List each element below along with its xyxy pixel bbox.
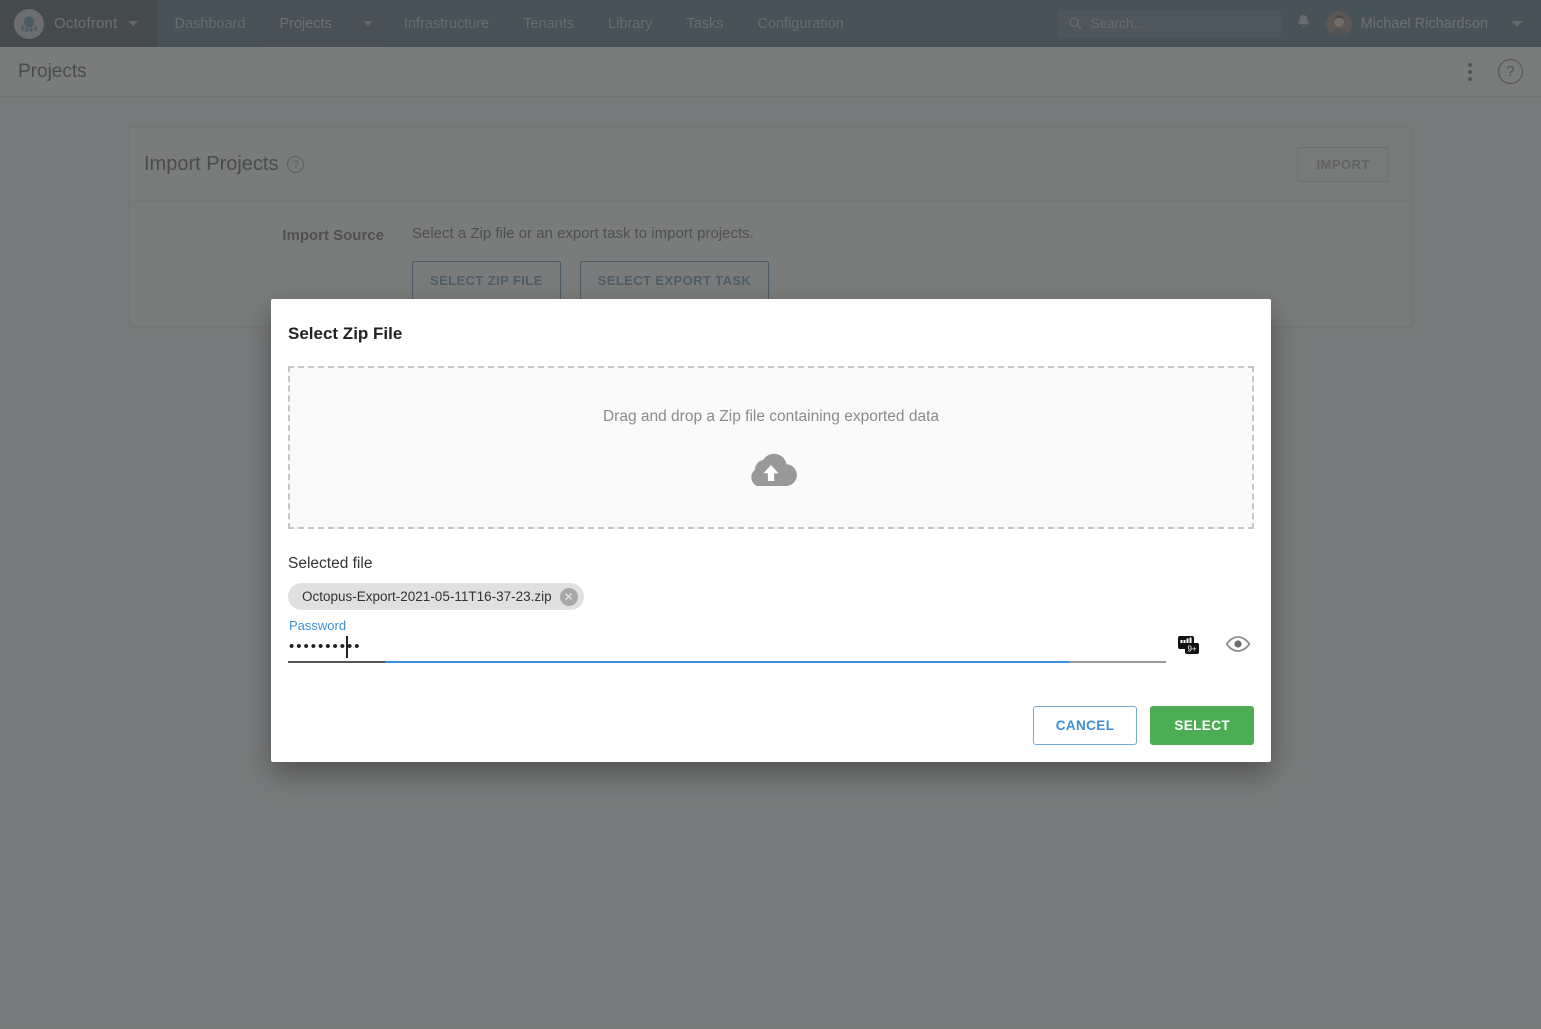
toggle-password-visibility-icon[interactable] <box>1225 636 1251 657</box>
underline-focus-segment <box>384 661 1070 663</box>
svg-text:9+: 9+ <box>1187 645 1196 654</box>
selected-file-label: Selected file <box>288 555 373 572</box>
password-underline <box>288 661 1166 663</box>
selected-file-name: Octopus-Export-2021-05-11T16-37-23.zip <box>302 589 552 604</box>
dialog-title: Select Zip File <box>288 324 403 343</box>
password-row: •••••••••• 9+ <box>288 633 1254 663</box>
dialog-actions: CANCEL SELECT <box>288 706 1254 745</box>
selected-file-chip: Octopus-Export-2021-05-11T16-37-23.zip ✕ <box>288 583 584 610</box>
file-dropzone[interactable]: Drag and drop a Zip file containing expo… <box>288 366 1254 529</box>
password-input-wrap: •••••••••• <box>288 633 1166 663</box>
text-cursor <box>346 636 348 658</box>
select-button[interactable]: SELECT <box>1150 706 1254 745</box>
password-manager-icon[interactable]: 9+ <box>1178 635 1200 655</box>
password-input[interactable]: •••••••••• <box>288 633 1166 661</box>
remove-file-icon[interactable]: ✕ <box>559 587 578 606</box>
underline-dark-segment <box>288 661 385 663</box>
password-label: Password <box>289 618 347 633</box>
cancel-button[interactable]: CANCEL <box>1032 706 1138 745</box>
dropzone-instructions: Drag and drop a Zip file containing expo… <box>602 407 940 425</box>
cloud-upload-icon <box>745 448 797 488</box>
select-zip-file-dialog: Select Zip File Drag and drop a Zip file… <box>271 299 1271 762</box>
